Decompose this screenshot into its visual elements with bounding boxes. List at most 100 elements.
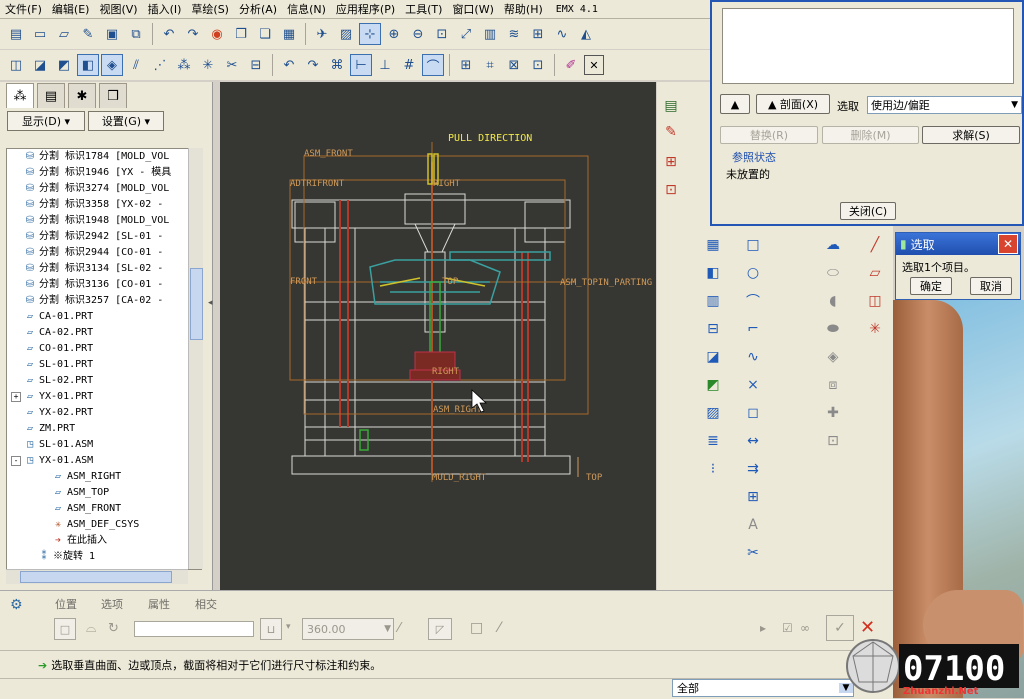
save-copy-icon[interactable]: ⧉	[125, 23, 147, 45]
mold-layout-icon[interactable]: ▤	[661, 96, 681, 116]
select-arrow-button[interactable]: ▲	[720, 94, 750, 114]
model-tree-tab-icon[interactable]: ⁂	[6, 83, 34, 108]
surface-toggle-icon[interactable]: ⌓	[86, 621, 96, 636]
axis-tool-icon[interactable]: ╱	[865, 235, 885, 255]
tab-placement[interactable]: 位置	[55, 596, 77, 612]
brush-icon[interactable]: ✎	[77, 23, 99, 45]
tree-row[interactable]: + ▱ YX-01.PRT	[7, 389, 201, 405]
datum-axis-display-icon[interactable]: ⋰	[149, 54, 171, 76]
tree-row[interactable]: ⛁ 分割 标识3358 [YX-02 -	[7, 197, 201, 213]
datum-feature-icon[interactable]: ☁	[823, 235, 843, 255]
selection-filter-dropdown[interactable]: 全部 ▼	[672, 679, 854, 697]
modify-icon[interactable]: ⇉	[743, 459, 763, 479]
delete-button[interactable]: 删除(M)	[822, 126, 919, 144]
sketch-undo-icon[interactable]: ↶	[278, 54, 300, 76]
references-icon[interactable]: ⌘	[326, 54, 348, 76]
rectangle-icon[interactable]: □	[743, 235, 763, 255]
tree-row[interactable]: ▱ ASM_RIGHT	[7, 469, 201, 485]
copy-icon[interactable]: ❐	[230, 23, 252, 45]
tree-row[interactable]: ⛁ 分割 标识1784 [MOLD_VOL	[7, 149, 201, 165]
csys-display-icon[interactable]: ✳	[197, 54, 219, 76]
preview-checkbox-icon[interactable]: ☑	[782, 621, 793, 635]
save-icon[interactable]: ▣	[101, 23, 123, 45]
collapse-panel-arrow-icon[interactable]: ◂	[208, 298, 213, 308]
datum-point-display-icon[interactable]: ⁂	[173, 54, 195, 76]
tree-row[interactable]: ⛁ 分割 标识2942 [SL-01 -	[7, 229, 201, 245]
flip-side-icon[interactable]: ⁄	[498, 620, 500, 636]
glasses-icon[interactable]: ∞	[800, 621, 810, 635]
tree-row[interactable]: ▱ ZM.PRT	[7, 421, 201, 437]
tree-row[interactable]: ▱ CO-01.PRT	[7, 341, 201, 357]
angle-input[interactable]: 360.00 ▼	[302, 618, 394, 640]
tree-row[interactable]: ⛁ 分割 标识2944 [CO-01 -	[7, 245, 201, 261]
wireframe-icon[interactable]: ◫	[5, 54, 27, 76]
revolve-tool-icon[interactable]: ◖	[823, 291, 843, 311]
diagnose-closed-icon[interactable]: ⊡	[527, 54, 549, 76]
csys-tool-icon[interactable]: ✳	[865, 319, 885, 339]
menu-item-2[interactable]: 视图(V)	[94, 1, 142, 17]
tree-row[interactable]: ⛁ 分割 标识3257 [CA-02 -	[7, 293, 201, 309]
normal-dimension-icon[interactable]: ↔	[743, 431, 763, 451]
tree-horizontal-scrollbar[interactable]	[6, 569, 188, 584]
vertex-display-icon[interactable]: ⊹	[359, 23, 381, 45]
regenerate-icon[interactable]: ◉	[206, 23, 228, 45]
sketch-point-icon[interactable]: ◧	[703, 263, 723, 283]
sweep-icon[interactable]: ⬬	[823, 319, 843, 339]
dimension-icon[interactable]: ⊞	[527, 23, 549, 45]
scrollbar-thumb[interactable]	[20, 571, 172, 583]
annotation-display-icon[interactable]: ⊟	[245, 54, 267, 76]
sketch-view-icon[interactable]: ▨	[335, 23, 357, 45]
collapse-icon[interactable]: -	[11, 456, 21, 466]
remove-material-icon[interactable]: ◸	[428, 618, 452, 640]
new-file-icon[interactable]: ▤	[5, 23, 27, 45]
solve-button[interactable]: 求解(S)	[922, 126, 1020, 144]
layers-icon[interactable]: ≋	[503, 23, 525, 45]
history-tab-icon[interactable]: ❒	[99, 83, 127, 108]
menu-item-7[interactable]: 应用程序(P)	[331, 1, 400, 17]
point-icon[interactable]: ×	[743, 375, 763, 395]
sketch-db-icon[interactable]: ⊟	[703, 319, 723, 339]
vertex-toggle-icon[interactable]: ⌒	[422, 54, 444, 76]
diagnose-overlap-icon[interactable]: ⌗	[479, 54, 501, 76]
paste-icon[interactable]: ❏	[254, 23, 276, 45]
menu-item-1[interactable]: 编辑(E)	[47, 1, 95, 17]
select-method-dropdown[interactable]: 使用边/偏距 ▼	[867, 96, 1022, 114]
text-tool-icon[interactable]: A	[743, 515, 763, 535]
shading-icon[interactable]: ◧	[77, 54, 99, 76]
sketch-modify-icon[interactable]: ◩	[703, 375, 723, 395]
fillet-icon[interactable]: ⌐	[743, 319, 763, 339]
sketch-spline-icon[interactable]: ▥	[703, 291, 723, 311]
tree-row[interactable]: ▱ CA-01.PRT	[7, 309, 201, 325]
refit-icon[interactable]: ⊡	[431, 23, 453, 45]
diagnose-shade-icon[interactable]: ⊠	[503, 54, 525, 76]
blend-icon[interactable]: ◈	[823, 347, 843, 367]
rib-icon[interactable]: ✚	[823, 403, 843, 423]
offset-edge-icon[interactable]: ◻	[743, 403, 763, 423]
menu-item-0[interactable]: 文件(F)	[0, 1, 47, 17]
menu-item-4[interactable]: 草绘(S)	[186, 1, 234, 17]
trim-icon[interactable]: ✂	[743, 543, 763, 563]
section-button[interactable]: ▲ 剖面(X)	[756, 94, 830, 114]
plane-tool-icon[interactable]: ▱	[865, 263, 885, 283]
menu-item-6[interactable]: 信息(N)	[282, 1, 331, 17]
sketch-text-icon[interactable]: ≣	[703, 431, 723, 451]
dashboard-toggle-icon[interactable]: ⚙	[10, 597, 23, 613]
menu-item-8[interactable]: 工具(T)	[400, 1, 447, 17]
palette-icon[interactable]: ▦	[703, 235, 723, 255]
tree-row[interactable]: - ◳ YX-01.ASM	[7, 453, 201, 469]
menu-item-5[interactable]: 分析(A)	[234, 1, 282, 17]
tree-row[interactable]: ▱ SL-02.PRT	[7, 373, 201, 389]
axis-collector-field[interactable]	[134, 621, 254, 637]
axis-toggle-icon[interactable]: ↻	[108, 621, 119, 636]
reorient-icon[interactable]: ⤢	[455, 23, 477, 45]
close-icon[interactable]: ✕	[998, 234, 1018, 254]
sketch-palette-icon[interactable]: ⁝	[703, 459, 723, 479]
feature-tool-icon[interactable]: ✐	[560, 54, 582, 76]
datum-plane-display-icon[interactable]: ⫽	[125, 54, 147, 76]
tree-row[interactable]: ▱ YX-02.PRT	[7, 405, 201, 421]
tree-row[interactable]: ⛁ 分割 标识3274 [MOLD_VOL	[7, 181, 201, 197]
chevron-down-icon[interactable]: ▾	[286, 622, 291, 632]
circle-icon[interactable]: ○	[743, 263, 763, 283]
tree-row[interactable]: ◳ SL-01.ASM	[7, 437, 201, 453]
sketch-orientation-icon[interactable]: ◈	[101, 54, 123, 76]
